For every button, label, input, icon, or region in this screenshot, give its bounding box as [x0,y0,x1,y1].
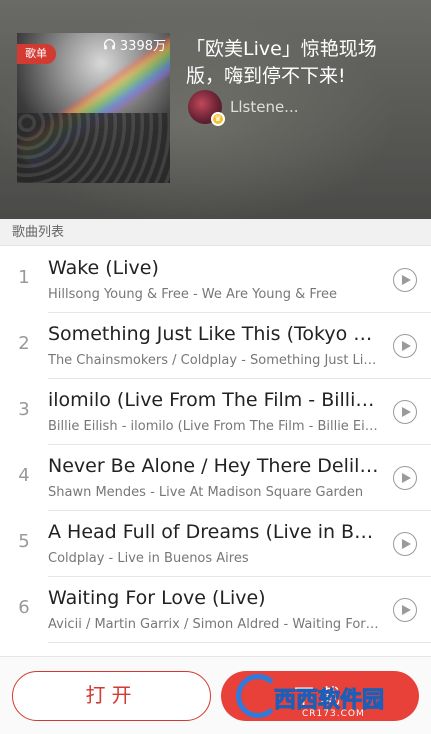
bottom-action-bar: 打开 下载 [0,656,431,734]
song-info[interactable]: Wake (Live) Hillsong Young & Free - We A… [48,247,431,313]
play-icon[interactable] [393,400,417,424]
song-list: 1 Wake (Live) Hillsong Young & Free - We… [0,247,431,643]
song-row[interactable]: 5 A Head Full of Dreams (Live in Bue... … [0,511,431,577]
song-number: 2 [18,333,30,354]
song-title: Never Be Alone / Hey There Delilah ... [48,455,381,477]
song-artist: The Chainsmokers / Coldplay - Something … [48,353,381,368]
crown-badge-icon: ♛ [211,112,225,126]
song-number: 6 [18,597,30,618]
avatar[interactable]: ♛ [188,90,225,126]
playlist-header: 歌单 3398万 「欧美Live」惊艳现场版，嗨到停不下来! ♛ Llstene… [0,0,431,219]
download-app-button[interactable]: 下载 [221,671,419,721]
song-number: 1 [18,267,30,288]
play-icon[interactable] [393,466,417,490]
song-artist: Shawn Mendes - Live At Madison Square Ga… [48,485,364,500]
play-icon[interactable] [393,598,417,622]
song-row[interactable]: 1 Wake (Live) Hillsong Young & Free - We… [0,247,431,313]
song-number: 3 [18,399,30,420]
play-count-value: 3398万 [119,39,166,54]
play-icon[interactable] [393,268,417,292]
headphones-icon [103,39,115,50]
open-app-button[interactable]: 打开 [12,671,211,721]
song-row[interactable]: 4 Never Be Alone / Hey There Delilah ...… [0,445,431,511]
song-artist: Coldplay - Live in Buenos Aires [48,551,249,566]
song-number: 4 [18,465,30,486]
creator-info[interactable]: ♛ Llstene... [188,90,299,126]
song-row[interactable]: 6 Waiting For Love (Live) Avicii / Marti… [0,577,431,643]
song-row[interactable]: 3 ilomilo (Live From The Film - Billie .… [0,379,431,445]
cover-crowd-art [17,113,170,183]
play-icon[interactable] [393,334,417,358]
song-info[interactable]: Waiting For Love (Live) Avicii / Martin … [48,577,431,643]
song-info[interactable]: Never Be Alone / Hey There Delilah ... S… [48,445,431,511]
song-title: Wake (Live) [48,257,159,279]
song-title: ilomilo (Live From The Film - Billie ... [48,389,381,411]
song-info[interactable]: Something Just Like This (Tokyo R... The… [48,313,431,379]
play-count: 3398万 [103,35,166,54]
song-title: A Head Full of Dreams (Live in Bue... [48,521,381,543]
song-title: Something Just Like This (Tokyo R... [48,323,381,345]
creator-name[interactable]: Llstene... [230,98,299,116]
song-artist: Avicii / Martin Garrix / Simon Aldred - … [48,617,381,632]
song-artist: Hillsong Young & Free - We Are Young & F… [48,287,337,302]
song-number: 5 [18,531,30,552]
song-artist: Billie Eilish - ilomilo (Live From The F… [48,419,381,434]
playlist-cover[interactable]: 歌单 3398万 [17,33,170,183]
playlist-tag: 歌单 [17,44,56,64]
play-icon[interactable] [393,532,417,556]
playlist-title: 「欧美Live」惊艳现场版，嗨到停不下来! [186,38,377,87]
song-row[interactable]: 2 Something Just Like This (Tokyo R... T… [0,313,431,379]
song-info[interactable]: A Head Full of Dreams (Live in Bue... Co… [48,511,431,577]
song-title: Waiting For Love (Live) [48,587,266,609]
song-info[interactable]: ilomilo (Live From The Film - Billie ...… [48,379,431,445]
song-list-heading: 歌曲列表 [0,219,431,246]
